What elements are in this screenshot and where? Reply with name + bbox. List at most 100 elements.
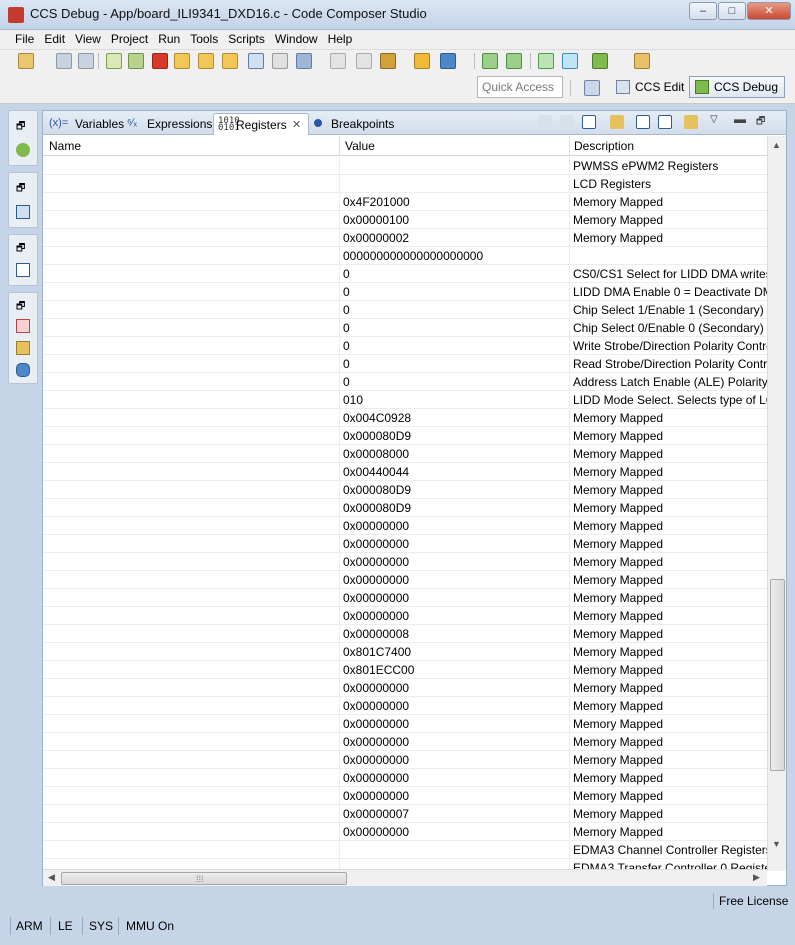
menu-view[interactable]: View <box>70 30 106 49</box>
register-row[interactable]: ▷10100101LIDD_CS1_CONF0x00440044Memory M… <box>43 463 767 481</box>
value-cell[interactable]: 0x00000000 <box>343 825 568 839</box>
value-cell[interactable]: 0 <box>343 357 568 371</box>
register-group-row[interactable]: ▷ÅÅÅ0101EDMA3CCEDMA3 Channel Controller … <box>43 841 767 859</box>
step-over-icon[interactable] <box>198 53 214 69</box>
value-cell[interactable]: 0 <box>343 285 568 299</box>
debug-view-icon[interactable] <box>16 143 30 157</box>
bitfield-row[interactable]: 10100101cs0_e0_pol0Chip Select 0/Enable … <box>43 319 767 337</box>
value-cell[interactable]: 0x00008000 <box>343 447 568 461</box>
ccs-debug-perspective-button[interactable]: CCS Debug <box>689 76 786 98</box>
value-cell[interactable]: 0x00000000 <box>343 735 568 749</box>
register-row[interactable]: ▷10100101LCDDMA_FB0_CEILING0x801ECC00Mem… <box>43 661 767 679</box>
value-cell[interactable]: 0x00000000 <box>343 717 568 731</box>
value-cell[interactable]: 0x00000000 <box>343 555 568 569</box>
value-cell[interactable]: 0x000080D9 <box>343 501 568 515</box>
register-row[interactable]: ▷10100101LCDDMA_CTRL0x00000008Memory Map… <box>43 625 767 643</box>
register-row[interactable]: ▷10100101LIDD_CS1_DATA0x000080D9Memory M… <box>43 499 767 517</box>
reset-icon[interactable] <box>356 53 372 69</box>
value-cell[interactable]: 0x00000000 <box>343 771 568 785</box>
format-icon[interactable] <box>658 115 672 129</box>
vertical-scrollbar[interactable]: ▲ ▼ <box>767 136 786 871</box>
profile-icon[interactable] <box>440 53 456 69</box>
register-row[interactable]: ▷10100101IRQENABLE_SET0x00000000Memory M… <box>43 769 767 787</box>
assembly-over-icon[interactable] <box>506 53 522 69</box>
value-cell[interactable]: 0x00000000 <box>343 519 568 533</box>
quick-access-input[interactable]: Quick Access <box>477 76 563 98</box>
tab-expressions[interactable]: ⁶∕ₓ Expressions <box>127 113 213 135</box>
maximize-view-icon[interactable]: 🗗 <box>756 114 765 131</box>
folder-icon[interactable] <box>16 341 30 355</box>
bitfield-row[interactable]: 10100101lidd_mode_sel010LIDD Mode Select… <box>43 391 767 409</box>
console-icon[interactable] <box>16 205 30 219</box>
bitfield-row[interactable]: 10100101cs1_e1_pol0Chip Select 1/Enable … <box>43 301 767 319</box>
menu-tools[interactable]: Tools <box>185 30 223 49</box>
value-cell[interactable]: 0x4F201000 <box>343 195 568 209</box>
value-cell[interactable]: 0x00000100 <box>343 213 568 227</box>
value-cell[interactable]: 0x00000008 <box>343 627 568 641</box>
bitfield-row[interactable]: 10100101ws_dir_pol0Write Strobe/Directio… <box>43 337 767 355</box>
value-cell[interactable]: 0x00000007 <box>343 807 568 821</box>
register-row[interactable]: ◢10100101LIDD_CTRL0x00000002Memory Mappe… <box>43 229 767 247</box>
register-row[interactable]: ▷10100101CLKC_RESET0x00000000Memory Mapp… <box>43 823 767 841</box>
column-value[interactable]: Value <box>345 139 375 153</box>
register-row[interactable]: ▷10100101CLKC_ENABLE0x00000007Memory Map… <box>43 805 767 823</box>
search-icon[interactable] <box>562 53 578 69</box>
restore-icon[interactable]: 🗗 <box>16 181 30 195</box>
register-row[interactable]: ▷10100101PID0x4F201000Memory Mapped <box>43 193 767 211</box>
value-cell[interactable]: 0 <box>343 339 568 353</box>
step-return-icon[interactable] <box>222 53 238 69</box>
menu-run[interactable]: Run <box>153 30 185 49</box>
register-row[interactable]: ▷10100101RASTER_SUBPANEL20x00000000Memor… <box>43 607 767 625</box>
refresh-icon[interactable] <box>538 53 554 69</box>
value-cell[interactable]: 0 <box>343 267 568 281</box>
tab-variables[interactable]: (x)= Variables <box>47 113 127 135</box>
restore-icon[interactable]: 🗗 <box>16 299 30 313</box>
register-row[interactable]: ▷10100101LIDD_CS0_CONF0x004C0928Memory M… <box>43 409 767 427</box>
register-row[interactable]: ▷10100101LIDD_CS0_DATA0x00008000Memory M… <box>43 445 767 463</box>
maximize-button[interactable]: □ <box>718 2 746 20</box>
layout-icon[interactable] <box>582 115 596 129</box>
value-cell[interactable]: 0x00000000 <box>343 591 568 605</box>
scroll-left-icon[interactable]: ◀ <box>48 872 55 883</box>
debug-icon[interactable] <box>414 53 430 69</box>
open-perspective-icon[interactable] <box>584 80 600 96</box>
bitfield-row[interactable]: 10100101alepol0Address Latch Enable (ALE… <box>43 373 767 391</box>
register-row[interactable]: ▷10100101RASTER_SUBPANEL0x00000000Memory… <box>43 589 767 607</box>
load-program-icon[interactable] <box>380 53 396 69</box>
refresh-registers-icon[interactable] <box>610 115 624 129</box>
close-tab-icon[interactable]: ✕ <box>292 118 301 131</box>
menu-edit[interactable]: Edit <box>39 30 70 49</box>
register-group-row[interactable]: ▷ÅÅÅ0101ePWM2PWMSS ePWM2 Registers <box>43 157 767 175</box>
menu-help[interactable]: Help <box>323 30 358 49</box>
tab-breakpoints[interactable]: Breakpoints <box>311 113 401 135</box>
memory-browser-icon[interactable] <box>16 363 30 377</box>
bitfield-row[interactable]: 10100101dma_cs0_cs10CS0/CS1 Select for L… <box>43 265 767 283</box>
menu-file[interactable]: File <box>10 30 39 49</box>
scrollbar-thumb[interactable]: ⁞⁞⁞ <box>61 872 347 885</box>
restart-icon[interactable] <box>330 53 346 69</box>
register-row[interactable]: ▷10100101RASTER_TIMING_00x00000000Memory… <box>43 535 767 553</box>
register-row[interactable]: ▷10100101LCDDMA_FB1_CEILING0x00000000Mem… <box>43 697 767 715</box>
register-group-row[interactable]: ◢ÅÅÅ0101LCD_ControllerLCD Registers <box>43 175 767 193</box>
bitfield-row[interactable]: 10100101lidd_dma_en0LIDD DMA Enable 0 = … <box>43 283 767 301</box>
register-row[interactable]: ▷10100101RASTER_TIMING_20x00000000Memory… <box>43 571 767 589</box>
value-cell[interactable]: 0x000080D9 <box>343 483 568 497</box>
bitfield-row[interactable]: 10100101rs_en_pol0Read Strobe/Direction … <box>43 355 767 373</box>
resume-icon[interactable] <box>106 53 122 69</box>
register-row[interactable]: ▷10100101RASTER_CTRL0x00000000Memory Map… <box>43 517 767 535</box>
assembly-step-icon[interactable] <box>482 53 498 69</box>
bug-icon[interactable] <box>592 53 608 69</box>
collapse-all-icon[interactable] <box>538 115 552 129</box>
terminate-icon[interactable] <box>152 53 168 69</box>
value-cell[interactable]: 0x00000000 <box>343 699 568 713</box>
connect-target-icon[interactable] <box>248 53 264 69</box>
register-row[interactable]: ▷10100101LIDD_CS1_ADDR0x000080D9Memory M… <box>43 481 767 499</box>
menu-scripts[interactable]: Scripts <box>223 30 270 49</box>
value-cell[interactable]: 0 <box>343 375 568 389</box>
value-cell[interactable]: 0x000080D9 <box>343 429 568 443</box>
bitfield-row[interactable]: 10100101Reserved1000000000000000000000 <box>43 247 767 265</box>
column-description[interactable]: Description <box>574 139 634 153</box>
value-cell[interactable]: 0x00000000 <box>343 753 568 767</box>
tab-registers[interactable]: 1010 0101 Registers ✕ <box>213 113 309 135</box>
register-row[interactable]: ▷10100101RASTER_TIMING_10x00000000Memory… <box>43 553 767 571</box>
